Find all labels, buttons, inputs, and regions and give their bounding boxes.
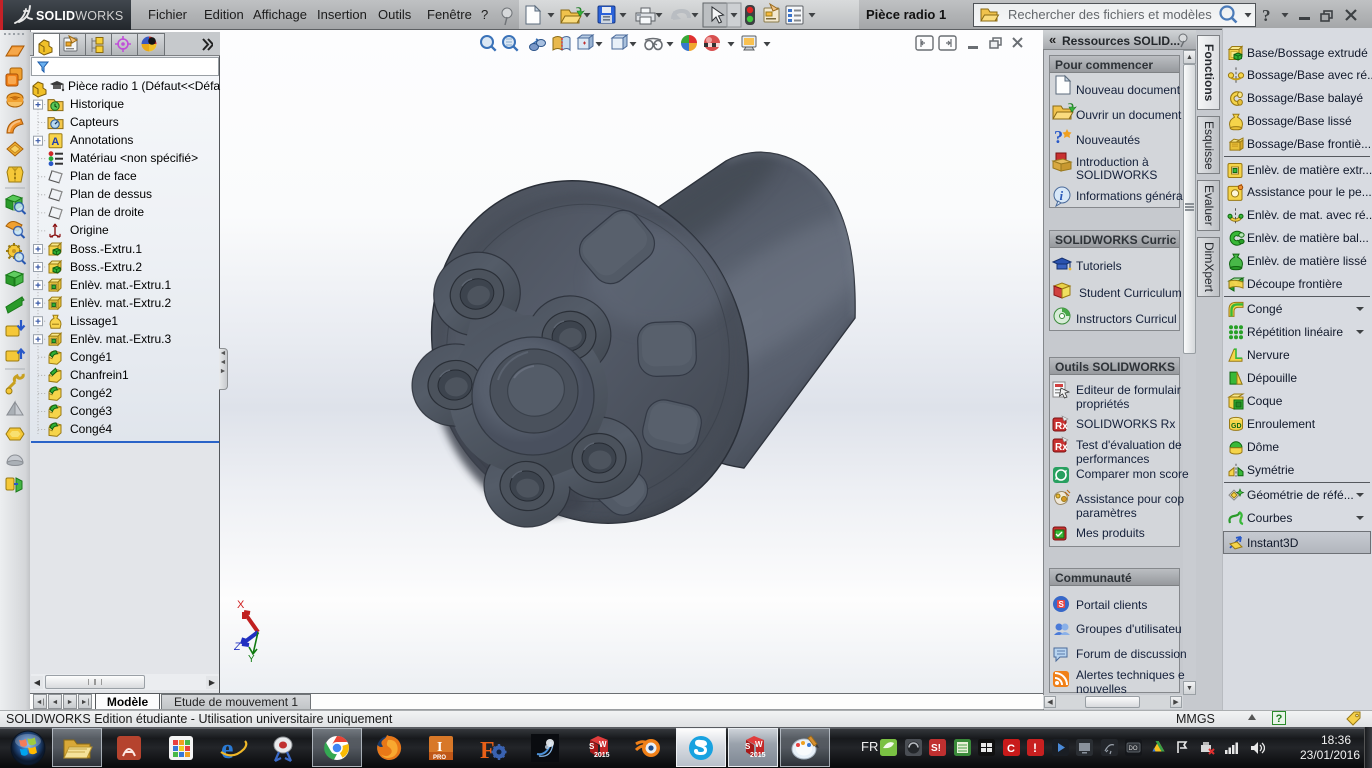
svg-text:W: W bbox=[755, 740, 763, 749]
svg-text:S: S bbox=[589, 742, 595, 751]
svg-text:GD: GD bbox=[1231, 423, 1242, 430]
svg-text:S: S bbox=[1059, 600, 1065, 609]
svg-text:I: I bbox=[437, 740, 442, 755]
svg-text:i: i bbox=[1060, 188, 1064, 203]
svg-text:?: ? bbox=[1262, 6, 1271, 25]
svg-text:C: C bbox=[1007, 743, 1015, 755]
svg-text:Z: Z bbox=[234, 642, 241, 654]
svg-text:2015: 2015 bbox=[594, 752, 610, 759]
svg-text:W: W bbox=[599, 740, 607, 749]
svg-text:DO: DO bbox=[1129, 746, 1138, 752]
svg-text:Rx: Rx bbox=[1055, 442, 1068, 453]
svg-text:?: ? bbox=[1054, 127, 1063, 147]
svg-text:2015: 2015 bbox=[750, 752, 766, 759]
svg-text:e: e bbox=[221, 734, 233, 764]
svg-text:!: ! bbox=[1033, 741, 1037, 755]
svg-text:Y: Y bbox=[248, 654, 255, 662]
svg-text:X: X bbox=[237, 599, 245, 611]
svg-text:S: S bbox=[745, 742, 751, 751]
svg-text:Rx: Rx bbox=[1055, 421, 1068, 432]
svg-text:S!: S! bbox=[931, 743, 941, 754]
svg-text:PRO: PRO bbox=[433, 755, 446, 761]
